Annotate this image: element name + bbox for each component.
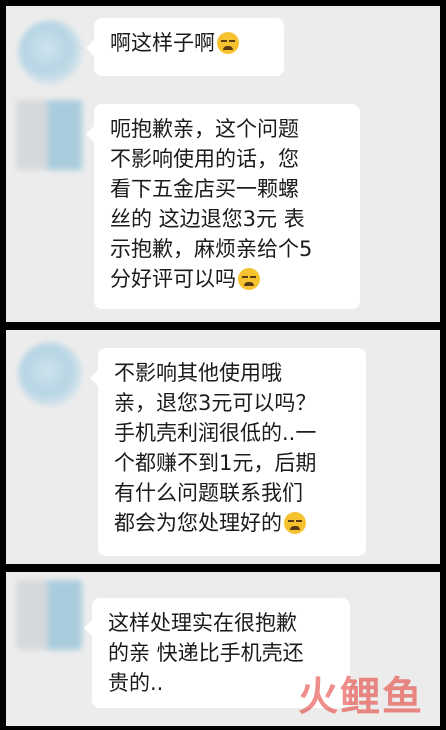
chat-panel-3: 这样处理实在很抱歉 的亲 快递比手机壳还 贵的.. 火鲤鱼 [6,572,440,726]
avatar[interactable] [18,20,82,84]
message-text: 不影响其他使用哦 亲，退您3元可以吗？ 手机壳利润很低的..一 个都赚不到1元，… [114,361,317,535]
chat-panel-2: 不影响其他使用哦 亲，退您3元可以吗？ 手机壳利润很低的..一 个都赚不到1元，… [6,330,440,564]
avatar[interactable] [18,342,82,406]
message-text: 啊这样子啊 [110,31,215,55]
message-bubble: 呃抱歉亲，这个问题 不影响使用的话，您 看下五金店买一颗螺 丝的 这边退您3元 … [86,104,360,309]
crying-face-emoji-icon [284,512,306,534]
chat-panel-1: 啊这样子啊 呃抱歉亲，这个问题 不影响使用的话，您 看下五金店买一颗螺 丝的 这… [6,6,440,322]
avatar[interactable] [16,100,82,170]
message-bubble: 啊这样子啊 [86,18,284,76]
message-bubble: 不影响其他使用哦 亲，退您3元可以吗？ 手机壳利润很低的..一 个都赚不到1元，… [90,348,366,556]
tired-face-emoji-icon [217,32,239,54]
brand-watermark: 火鲤鱼 [298,674,424,720]
message-text: 呃抱歉亲，这个问题 不影响使用的话，您 看下五金店买一颗螺 丝的 这边退您3元 … [110,117,313,291]
crying-face-emoji-icon [238,268,260,290]
message-text: 这样处理实在很抱歉 的亲 快递比手机壳还 贵的.. [108,611,304,695]
avatar[interactable] [16,580,82,650]
